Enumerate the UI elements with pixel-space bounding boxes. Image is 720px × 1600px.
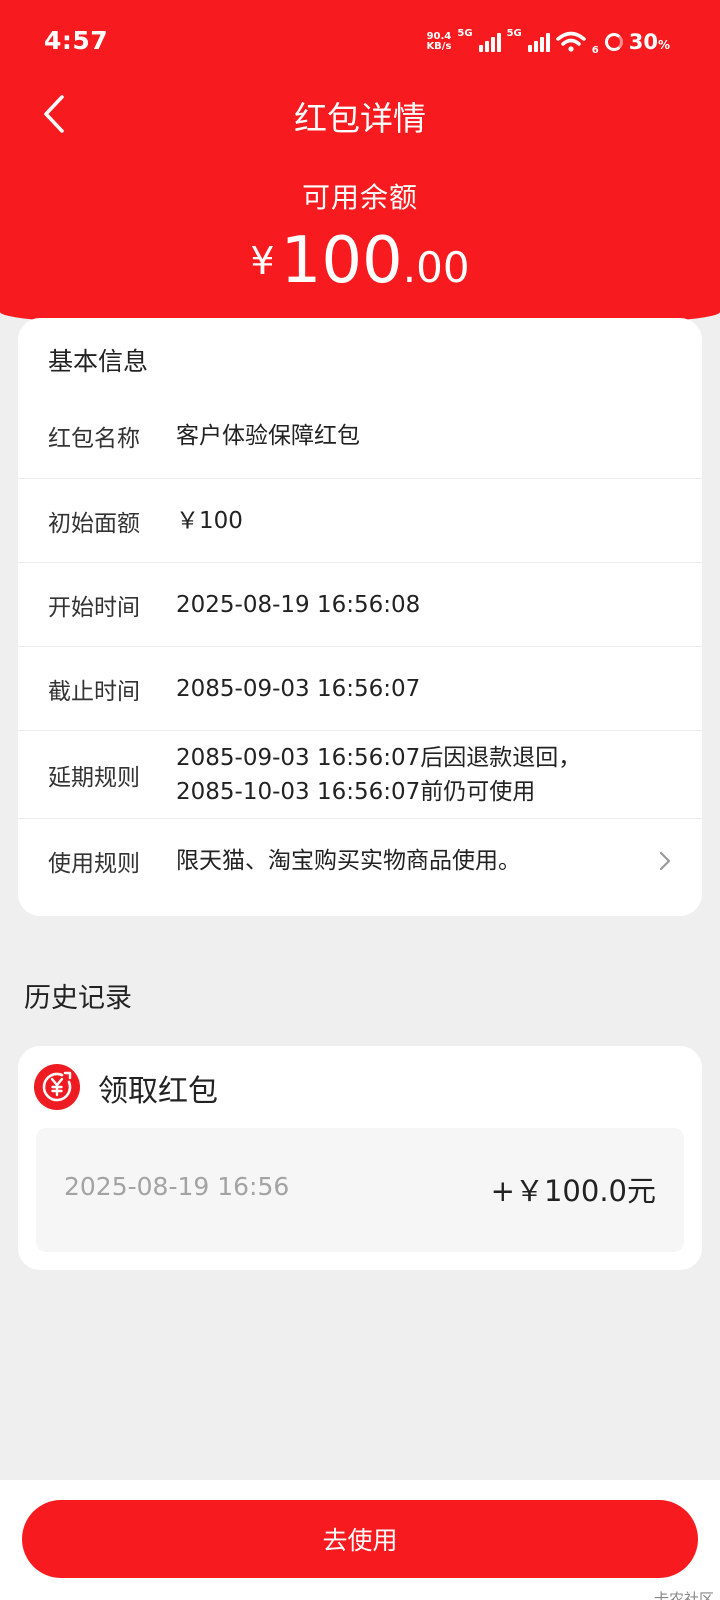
- info-value: 2025-08-19 16:56:08: [176, 591, 421, 618]
- status-bar: 4:57 90.4 KB/s 5G 5G 6 30%: [0, 0, 720, 84]
- basic-info-title: 基本信息: [48, 347, 149, 376]
- network-type-2: 5G: [506, 28, 522, 39]
- info-value: 客户体验保障红包: [176, 423, 360, 449]
- network-type-1: 5G: [457, 28, 473, 39]
- signal-icon-1: [478, 32, 501, 52]
- info-row-initial-amount: 初始面额 ￥100: [18, 478, 702, 562]
- info-label: 使用规则: [48, 850, 140, 877]
- bottom-action-bar: 去使用: [0, 1480, 720, 1600]
- balance-integer: 100: [280, 224, 403, 298]
- info-label: 初始面额: [48, 510, 140, 537]
- balance-currency: ¥: [250, 239, 275, 283]
- battery-level: 30%: [629, 30, 670, 54]
- info-value: ￥100: [176, 507, 243, 534]
- status-indicators: 90.4 KB/s 5G 5G 6 30%: [426, 28, 670, 56]
- extension-rule-line-2: 2085-10-03 16:56:07前仍可使用: [176, 778, 536, 805]
- battery-value: 30: [628, 30, 658, 54]
- info-label: 截止时间: [48, 678, 140, 705]
- balance-amount: ¥100.00: [0, 224, 720, 298]
- wifi-band: 6: [591, 45, 599, 56]
- history-card: 领取红包 2025-08-19 16:56 +￥100.0元: [18, 1046, 702, 1270]
- history-heading: 历史记录: [24, 983, 132, 1014]
- info-row-usage-rule[interactable]: 使用规则 限天猫、淘宝购买实物商品使用。: [18, 818, 702, 902]
- info-row-end-time: 截止时间 2085-09-03 16:56:07: [18, 646, 702, 730]
- info-value: 限天猫、淘宝购买实物商品使用。: [176, 847, 521, 874]
- info-row-start-time: 开始时间 2025-08-19 16:56:08: [18, 562, 702, 646]
- info-label: 红包名称: [48, 426, 140, 452]
- status-time: 4:57: [44, 26, 109, 55]
- info-value: 2085-09-03 16:56:07: [176, 675, 421, 702]
- battery-icon: [604, 33, 623, 51]
- battery-unit: %: [657, 38, 670, 52]
- extension-rule-line-1: 2085-09-03 16:56:07后因退款退回，: [176, 744, 582, 771]
- info-value: 2085-09-03 16:56:07后因退款退回， 2085-10-03 16…: [176, 741, 581, 809]
- network-speed-unit: KB/s: [426, 41, 452, 52]
- network-speed: 90.4 KB/s: [426, 32, 451, 52]
- history-record-row: 2025-08-19 16:56 +￥100.0元: [36, 1128, 684, 1252]
- info-label: 开始时间: [48, 594, 140, 621]
- page-title: 红包详情: [294, 99, 426, 138]
- signal-icon-2: [527, 32, 550, 52]
- chevron-right-icon: [659, 851, 671, 870]
- info-row-name: 红包名称 客户体验保障红包: [18, 394, 702, 478]
- balance-label: 可用余额: [301, 181, 418, 214]
- basic-info-card: 基本信息 红包名称 客户体验保障红包 初始面额 ￥100 开始时间 2025-0…: [18, 318, 702, 916]
- history-date: 2025-08-19 16:56: [64, 1172, 290, 1201]
- watermark: 卡农社区: [653, 1590, 714, 1600]
- info-row-extension-rule: 延期规则 2085-09-03 16:56:07后因退款退回， 2085-10-…: [18, 730, 702, 818]
- info-label: 延期规则: [48, 764, 140, 791]
- history-item-title: 领取红包: [98, 1074, 218, 1109]
- balance-decimal: .00: [402, 243, 470, 292]
- wifi-icon: [556, 31, 586, 52]
- red-packet-yuan-icon: [34, 1064, 80, 1110]
- history-amount: +￥100.0元: [490, 1174, 656, 1208]
- use-button[interactable]: 去使用: [22, 1500, 698, 1578]
